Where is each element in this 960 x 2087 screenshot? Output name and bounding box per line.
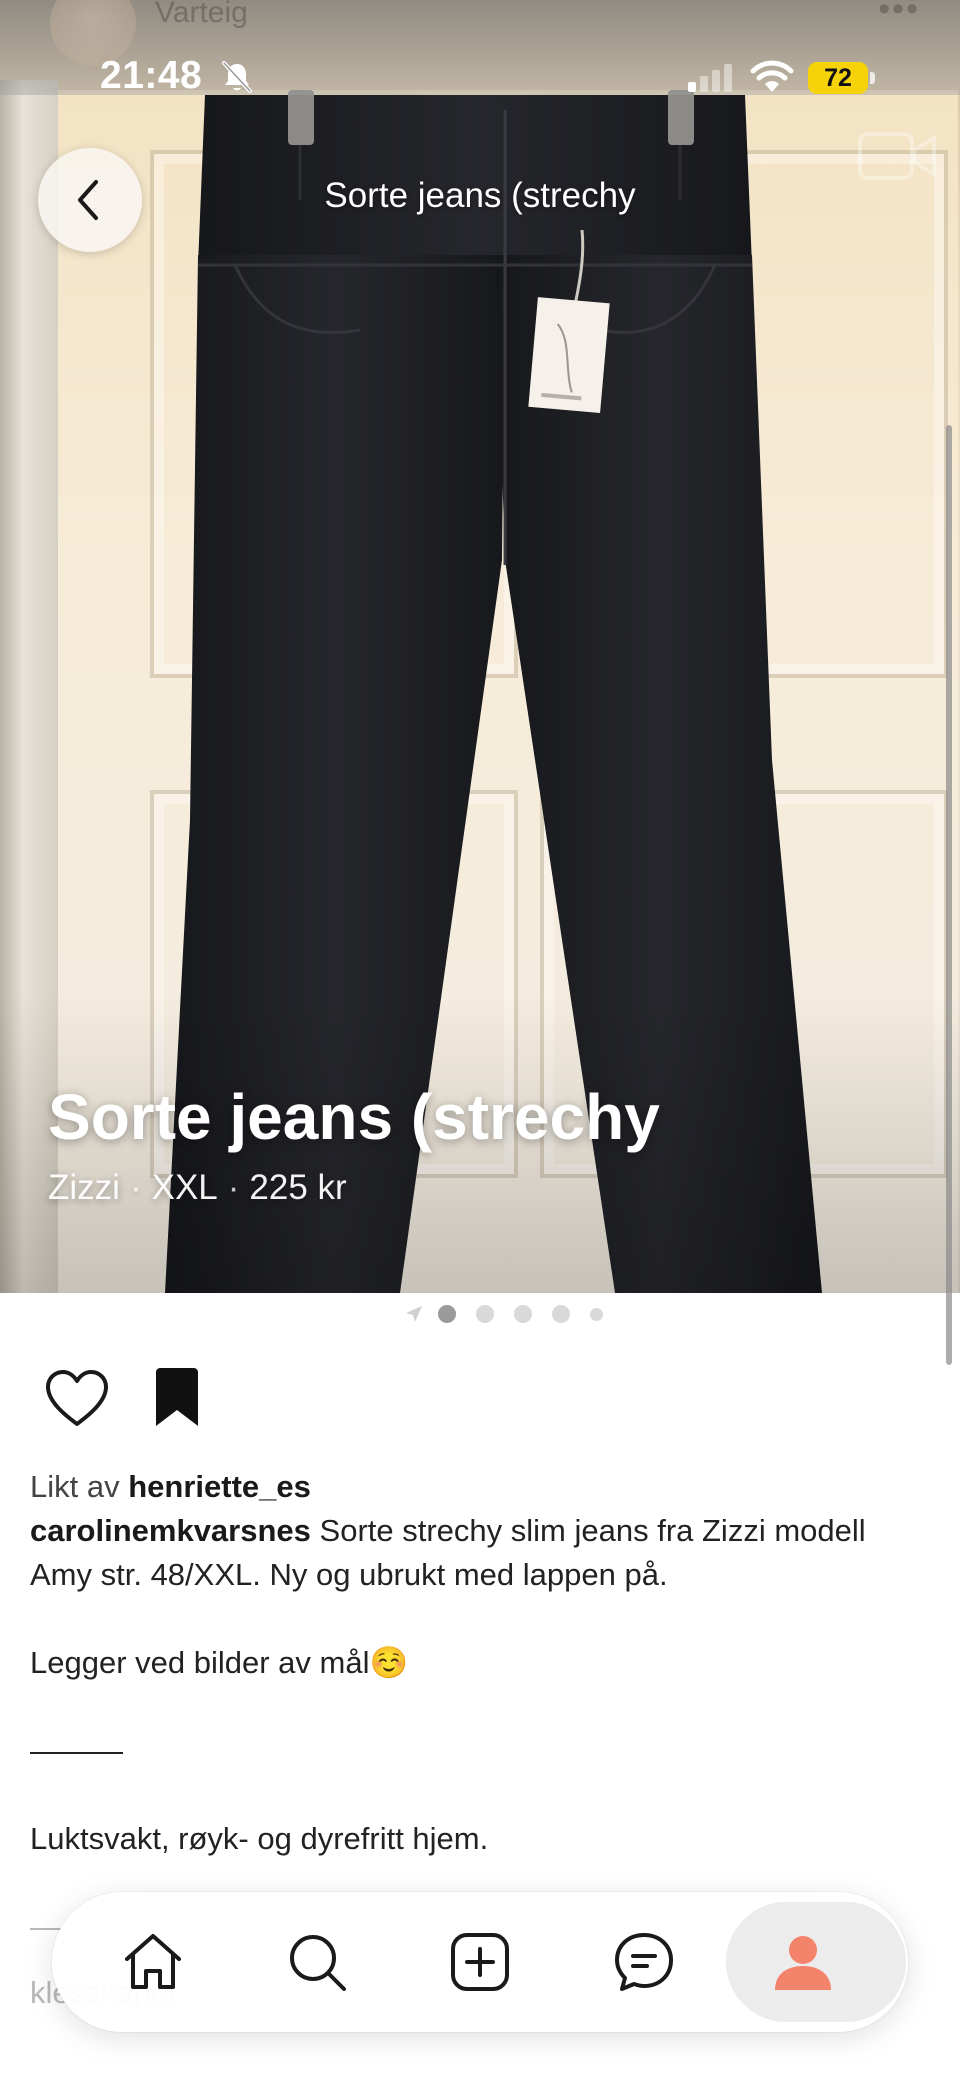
battery-nub — [870, 72, 875, 84]
likes-prefix: Likt av — [30, 1469, 120, 1504]
status-time: 21:48 — [100, 54, 203, 97]
product-meta: Zizzi · XXL · 225 kr — [48, 1168, 347, 1208]
separator: · — [227, 1168, 240, 1207]
bottom-tab-bar — [52, 1892, 908, 2032]
save-button[interactable] — [150, 1366, 204, 1435]
tab-messages[interactable] — [579, 1892, 709, 2032]
product-brand: Zizzi — [48, 1168, 120, 1207]
pager-dot-4[interactable] — [552, 1305, 570, 1323]
signal-icon — [688, 64, 732, 92]
pager-dot-2[interactable] — [476, 1305, 494, 1323]
like-button[interactable] — [44, 1368, 110, 1433]
caption: carolinemkvarsnes Sorte strechy slim jea… — [30, 1509, 930, 1861]
plus-square-icon — [451, 1933, 509, 1991]
post-content: Likt av henriette_es carolinemkvarsnes S… — [30, 1465, 930, 1861]
tab-create[interactable] — [415, 1892, 545, 2032]
tab-home[interactable] — [88, 1892, 218, 2032]
chat-icon — [615, 1933, 673, 1991]
caption-divider: ——— — [30, 1733, 123, 1768]
battery-indicator: 72 — [808, 62, 868, 94]
image-pager[interactable] — [404, 1300, 623, 1328]
bell-slash-icon — [222, 61, 252, 93]
pager-dot-1[interactable] — [438, 1305, 456, 1323]
likes-line: Likt av henriette_es — [30, 1465, 930, 1509]
search-icon — [290, 1935, 346, 1991]
nav-title: Sorte jeans (strechy — [324, 176, 636, 215]
chevron-left-icon — [78, 180, 98, 220]
product-price: 225 kr — [249, 1168, 347, 1207]
liked-by-user[interactable]: henriette_es — [128, 1469, 311, 1504]
bookmark-icon — [156, 1368, 198, 1426]
caption-line: Luktsvakt, røyk- og dyrefritt hjem. — [30, 1821, 489, 1856]
home-icon — [125, 1934, 181, 1989]
video-camera-icon — [858, 132, 936, 180]
tab-profile[interactable] — [726, 1892, 906, 2032]
person-icon — [775, 1936, 831, 1990]
heart-icon — [46, 1370, 108, 1426]
product-size: XXL — [151, 1168, 218, 1207]
location-arrow-icon — [406, 1306, 422, 1322]
caption-line: Legger ved bilder av mål☺️ — [30, 1645, 409, 1680]
separator: · — [129, 1168, 142, 1207]
caption-user[interactable]: carolinemkvarsnes — [30, 1513, 311, 1548]
product-title-overlay: Sorte jeans (strechy — [48, 1081, 660, 1153]
pager-dot-5[interactable] — [590, 1307, 603, 1321]
tab-search[interactable] — [252, 1892, 382, 2032]
pager-dot-3[interactable] — [514, 1305, 532, 1323]
scrollbar[interactable] — [946, 425, 952, 1365]
back-button[interactable] — [38, 148, 142, 252]
status-bar: 21:48 72 — [0, 0, 960, 100]
wifi-icon — [750, 60, 794, 92]
